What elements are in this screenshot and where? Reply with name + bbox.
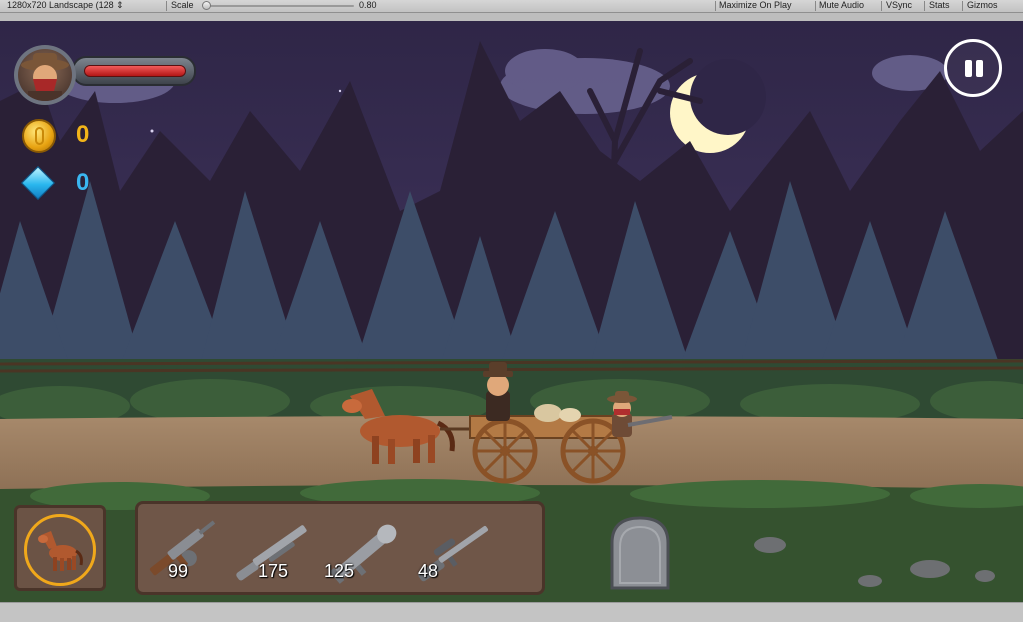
health-bar [72,56,196,86]
scale-value: 0.80 [359,0,377,10]
player-avatar [14,45,76,105]
health-bar-fill [84,65,186,77]
scale-slider-track[interactable] [206,5,354,7]
tombstone [610,516,670,590]
gizmos-dropdown[interactable]: Gizmos [964,0,1001,12]
game-viewport: 0 0 99 175 125 48 [0,21,1023,602]
mute-audio-toggle[interactable]: Mute Audio [816,0,867,12]
weapon-slot-tommy-gun[interactable]: 99 [138,504,228,592]
resolution-label: 1280x720 Landscape (128 [7,0,114,10]
coin-count: 0 [76,121,90,148]
gem-count: 0 [76,169,90,196]
pause-button[interactable] [944,39,1002,97]
sniper-rifle-ammo: 48 [418,561,439,581]
weapon-slot-shotgun[interactable]: 175 [226,504,316,592]
resolution-dropdown[interactable]: 1280x720 Landscape (128 ⇕ [4,0,127,12]
shotgun-ammo: 175 [258,561,289,581]
rocket-launcher-ammo: 125 [324,561,355,581]
editor-status-strip [0,602,1023,622]
game-view-toolbar: 1280x720 Landscape (128 ⇕ Scale 0.80 Max… [0,0,1023,13]
stats-toggle[interactable]: Stats [926,0,953,12]
vsync-toggle[interactable]: VSync [883,0,915,12]
pause-icon [965,60,972,77]
dropdown-arrows-icon: ⇕ [113,0,124,10]
coin-icon [22,119,56,153]
scale-label: Scale [171,0,194,10]
horse-icon [38,531,83,571]
horse-select-button[interactable] [14,505,106,591]
weapon-slot-rocket-launcher[interactable]: 125 [318,504,408,592]
horse-slot-ring [24,514,96,586]
scale-slider-thumb[interactable] [202,1,211,10]
weapon-selector-panel: 99 175 125 48 [135,501,545,595]
weapon-slot-sniper-rifle[interactable]: 48 [408,504,498,592]
cowboy-portrait-icon [21,53,69,101]
maximize-on-play-toggle[interactable]: Maximize On Play [716,0,795,12]
tommy-gun-ammo: 99 [168,561,189,581]
